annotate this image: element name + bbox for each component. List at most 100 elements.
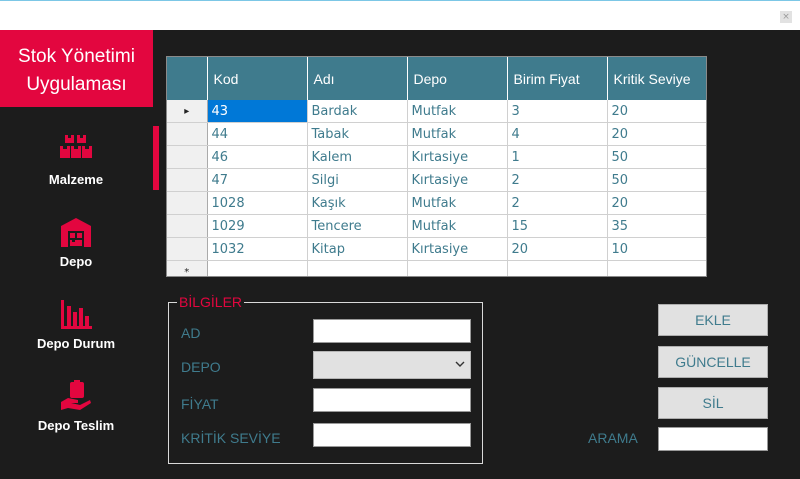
sidebar-item-label: Depo xyxy=(59,254,93,269)
new-row-cell[interactable] xyxy=(307,260,408,276)
header-row: Kod Adı Depo Birim Fiyat Kritik Seviye xyxy=(167,57,706,100)
cell-kritik-seviye[interactable]: 20 xyxy=(607,191,706,215)
cell-kritik-seviye[interactable]: 50 xyxy=(607,168,706,192)
kritik-seviye-label: KRİTİK SEVİYE xyxy=(181,430,281,446)
cell-adi[interactable]: Kitap xyxy=(307,237,408,261)
fiyat-label: FİYAT xyxy=(181,396,219,412)
cell-adi[interactable]: Tabak xyxy=(307,122,408,146)
new-row-cell[interactable] xyxy=(607,260,706,276)
cell-kod[interactable]: 1028 xyxy=(207,191,308,215)
cell-depo[interactable]: Mutfak xyxy=(407,122,508,146)
cell-kod[interactable]: 44 xyxy=(207,122,308,146)
brand-line-1: Stok Yönetimi xyxy=(18,46,135,67)
depo-select[interactable] xyxy=(313,351,471,379)
search-label: ARAMA xyxy=(588,430,638,446)
info-legend: BİLGİLER xyxy=(177,294,245,310)
cell-kritik-seviye[interactable]: 20 xyxy=(607,122,706,146)
row-header-corner xyxy=(167,57,208,100)
table-row[interactable]: ▸ 43 Bardak Mutfak 3 20 xyxy=(167,100,706,123)
delete-button[interactable]: SİL xyxy=(658,387,768,419)
column-header-birim-fiyat[interactable]: Birim Fiyat xyxy=(507,57,608,100)
close-button[interactable]: × xyxy=(780,11,792,23)
cell-birim-fiyat[interactable]: 15 xyxy=(507,214,608,238)
cell-kod[interactable]: 46 xyxy=(207,145,308,169)
new-row-cell[interactable] xyxy=(207,260,308,276)
sidebar-item-label: Depo Durum xyxy=(37,336,115,351)
sidebar-item-depo[interactable]: Depo xyxy=(0,216,152,286)
table-row[interactable]: 1029 Tencere Mutfak 15 35 xyxy=(167,214,706,238)
column-header-adi[interactable]: Adı xyxy=(307,57,408,100)
chevron-down-icon xyxy=(455,361,465,367)
cell-birim-fiyat[interactable]: 2 xyxy=(507,168,608,192)
cell-birim-fiyat[interactable]: 3 xyxy=(507,100,608,123)
new-row-header[interactable]: * xyxy=(167,260,208,276)
new-row-cell[interactable] xyxy=(507,260,608,276)
ad-input[interactable] xyxy=(313,319,471,343)
sidebar-item-label: Depo Teslim xyxy=(37,418,115,433)
row-header[interactable] xyxy=(167,214,208,238)
sidebar-item-depo-durum[interactable]: Depo Durum xyxy=(0,298,152,368)
cell-depo[interactable]: Mutfak xyxy=(407,100,508,123)
brand-line-2: Uygulaması xyxy=(26,74,127,95)
active-nav-indicator xyxy=(153,126,159,190)
cell-adi[interactable]: Silgi xyxy=(307,168,408,192)
bar-chart-icon xyxy=(61,300,92,329)
materials-grid[interactable]: Kod Adı Depo Birim Fiyat Kritik Seviye ▸… xyxy=(166,56,707,277)
column-header-depo[interactable]: Depo xyxy=(407,57,508,100)
row-header[interactable] xyxy=(167,122,208,146)
fiyat-input[interactable] xyxy=(313,388,471,412)
title-bar: × xyxy=(0,0,800,30)
hand-package-icon xyxy=(61,380,91,410)
depo-label: DEPO xyxy=(181,359,221,375)
table-row[interactable]: 1028 Kaşık Mutfak 2 20 xyxy=(167,191,706,215)
cell-kod[interactable]: 1032 xyxy=(207,237,308,261)
cell-adi[interactable]: Bardak xyxy=(307,100,408,123)
row-header[interactable] xyxy=(167,191,208,215)
cell-kritik-seviye[interactable]: 35 xyxy=(607,214,706,238)
cell-kritik-seviye[interactable]: 20 xyxy=(607,100,706,123)
sidebar: Stok Yönetimi Uygulaması Malzeme Depo De… xyxy=(0,30,160,479)
cell-depo[interactable]: Kırtasiye xyxy=(407,145,508,169)
cell-adi[interactable]: Kalem xyxy=(307,145,408,169)
search-input[interactable] xyxy=(658,427,768,451)
cell-depo[interactable]: Kırtasiye xyxy=(407,168,508,192)
sidebar-item-malzeme[interactable]: Malzeme xyxy=(0,134,152,204)
warehouse-icon xyxy=(61,218,91,247)
new-row-cell[interactable] xyxy=(407,260,508,276)
row-header[interactable] xyxy=(167,168,208,192)
cell-adi[interactable]: Tencere xyxy=(307,214,408,238)
table-row[interactable]: 46 Kalem Kırtasiye 1 50 xyxy=(167,145,706,169)
cell-depo[interactable]: Mutfak xyxy=(407,191,508,215)
cell-kritik-seviye[interactable]: 10 xyxy=(607,237,706,261)
info-group: BİLGİLER AD DEPO FİYAT KRİTİK SEVİYE xyxy=(168,294,483,464)
row-header[interactable]: ▸ xyxy=(167,100,208,123)
app-brand: Stok Yönetimi Uygulaması xyxy=(0,30,153,107)
sidebar-item-label: Malzeme xyxy=(48,172,104,187)
kritik-seviye-input[interactable] xyxy=(313,423,471,447)
cell-depo[interactable]: Kırtasiye xyxy=(407,237,508,261)
row-header[interactable] xyxy=(167,237,208,261)
column-header-kod[interactable]: Kod xyxy=(207,57,308,100)
cell-birim-fiyat[interactable]: 2 xyxy=(507,191,608,215)
row-header[interactable] xyxy=(167,145,208,169)
column-header-kritik-seviye[interactable]: Kritik Seviye xyxy=(607,57,706,100)
cell-birim-fiyat[interactable]: 1 xyxy=(507,145,608,169)
ad-label: AD xyxy=(181,325,201,341)
cell-depo[interactable]: Mutfak xyxy=(407,214,508,238)
cell-kritik-seviye[interactable]: 50 xyxy=(607,145,706,169)
materials-table: Kod Adı Depo Birim Fiyat Kritik Seviye ▸… xyxy=(167,57,706,276)
cell-kod[interactable]: 47 xyxy=(207,168,308,192)
cell-adi[interactable]: Kaşık xyxy=(307,191,408,215)
table-row[interactable]: 1032 Kitap Kırtasiye 20 10 xyxy=(167,237,706,261)
new-row[interactable]: * xyxy=(167,260,706,276)
sidebar-item-depo-teslim[interactable]: Depo Teslim xyxy=(0,380,152,450)
update-button[interactable]: GÜNCELLE xyxy=(658,346,768,378)
cell-birim-fiyat[interactable]: 20 xyxy=(507,237,608,261)
cell-kod[interactable]: 43 xyxy=(207,100,308,123)
cell-birim-fiyat[interactable]: 4 xyxy=(507,122,608,146)
table-row[interactable]: 47 Silgi Kırtasiye 2 50 xyxy=(167,168,706,192)
boxes-icon xyxy=(60,135,92,158)
add-button[interactable]: EKLE xyxy=(658,304,768,336)
cell-kod[interactable]: 1029 xyxy=(207,214,308,238)
table-row[interactable]: 44 Tabak Mutfak 4 20 xyxy=(167,122,706,146)
